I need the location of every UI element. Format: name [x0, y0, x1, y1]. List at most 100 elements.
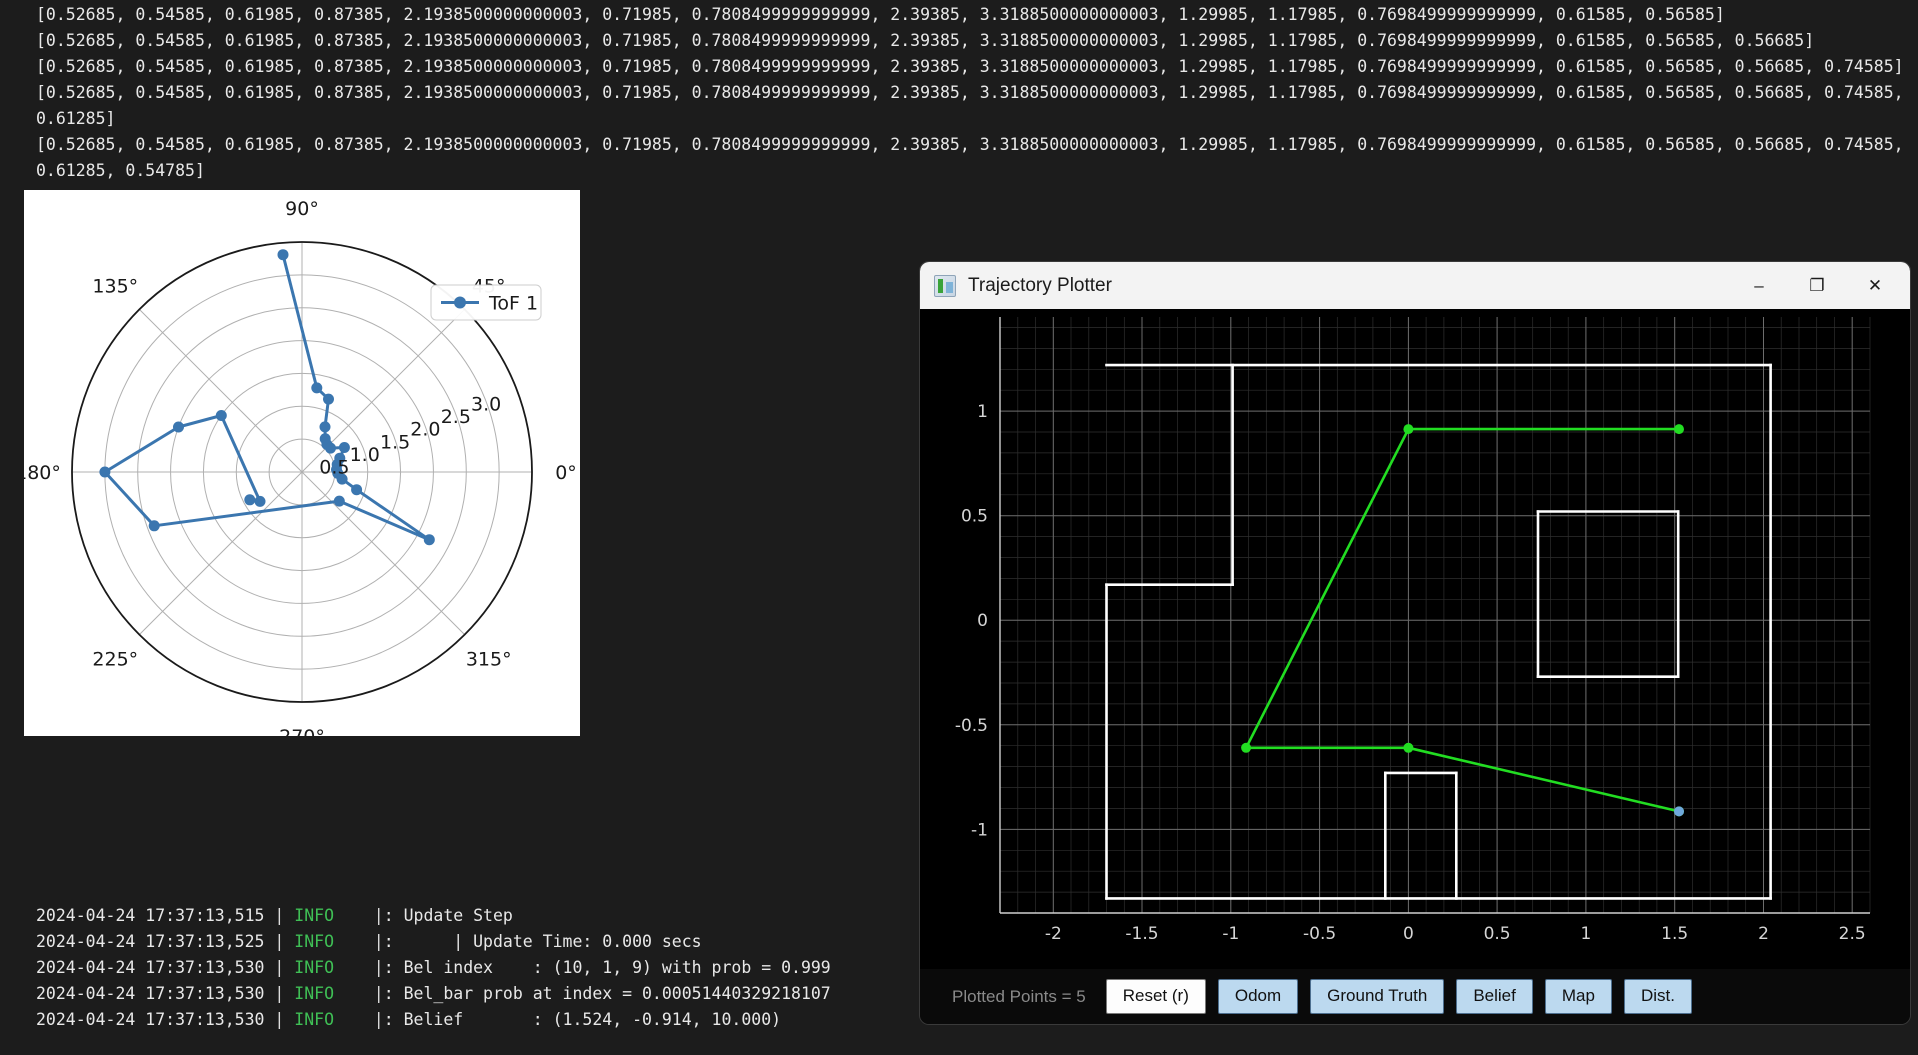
- log-level: INFO: [294, 984, 374, 1003]
- log-timestamp: 2024-04-24 17:37:13,530: [36, 984, 275, 1003]
- app-icon: [934, 274, 956, 297]
- log-level: INFO: [294, 932, 374, 951]
- polar-data-point: [338, 442, 350, 453]
- trajectory-svg: -2 -1.5 -1 -0.5 0 0.5 1 1.5 2 2.5 -1 -0.5 0 0.5 1: [955, 317, 1871, 944]
- x-tick-label: -1.5: [1125, 924, 1158, 944]
- log-message: : | Update Time: 0.000 secs: [383, 932, 702, 951]
- polar-data-point: [333, 495, 345, 507]
- polar-data-point: [173, 421, 184, 433]
- toolbar-button-odom[interactable]: Odom: [1217, 979, 1299, 1014]
- log-timestamp: 2024-04-24 17:37:13,530: [36, 1010, 275, 1029]
- toolbar-button-dist[interactable]: Dist.: [1623, 979, 1692, 1014]
- plot-toolbar: Plotted Points = 5 Reset (r) Odom Ground T…: [920, 969, 1910, 1024]
- polar-angle-label: 270°: [279, 726, 325, 736]
- close-icon[interactable]: ✕: [1846, 262, 1904, 309]
- log-separator: |: [274, 932, 295, 951]
- log-separator: |: [373, 984, 384, 1003]
- plotted-points-label: Plotted Points = 5: [952, 986, 1086, 1006]
- polar-svg: 0°45°90°135°180°225°270°315°0.51.01.52.0…: [24, 198, 577, 736]
- window-titlebar[interactable]: Trajectory Plotter – ❐ ✕: [920, 262, 1910, 309]
- polar-figure: 0°45°90°135°180°225°270°315°0.51.01.52.0…: [24, 190, 580, 736]
- polar-radial-label: 2.5: [441, 406, 471, 428]
- window-controls: – ❐ ✕: [1730, 262, 1910, 309]
- terminal-line: [0.52685, 0.54585, 0.61985, 0.87385, 2.1…: [36, 5, 1725, 24]
- polar-data-point: [319, 421, 331, 433]
- polar-spoke: [139, 309, 303, 473]
- polar-angle-label: 135°: [92, 275, 138, 297]
- log-line: 2024-04-24 17:37:13,525 | INFO |: | Upda…: [36, 929, 940, 955]
- x-tick-label: 0: [1403, 924, 1414, 944]
- log-timestamp: 2024-04-24 17:37:13,515: [36, 906, 275, 925]
- polar-data-point: [351, 484, 363, 496]
- log-line: 2024-04-24 17:37:13,530 | INFO |: Belief…: [36, 1007, 940, 1033]
- x-tick-label: 1.5: [1661, 924, 1688, 944]
- y-tick-label: -1: [971, 820, 988, 840]
- toolbar-button-ground-truth[interactable]: Ground Truth: [1310, 979, 1445, 1014]
- toolbar-button-reset-r[interactable]: Reset (r): [1105, 979, 1206, 1014]
- log-console: 2024-04-24 17:37:13,515 | INFO |: Update…: [0, 903, 940, 1033]
- polar-data-point: [244, 494, 256, 506]
- polar-data-point: [148, 520, 160, 532]
- polar-radial-label: 3.0: [471, 394, 501, 416]
- x-tick-label: 2.5: [1839, 924, 1866, 944]
- map-walls: [1105, 363, 1772, 900]
- minimize-icon[interactable]: –: [1730, 262, 1788, 309]
- y-tick-label: 1: [977, 402, 988, 422]
- log-timestamp: 2024-04-24 17:37:13,525: [36, 932, 275, 951]
- log-separator: |: [373, 932, 384, 951]
- toolbar-button-map[interactable]: Map: [1544, 979, 1612, 1014]
- log-separator: |: [274, 1010, 295, 1029]
- trajectory-point: [1403, 742, 1414, 753]
- maximize-icon[interactable]: ❐: [1788, 262, 1846, 309]
- trajectory-plotter-window: Trajectory Plotter – ❐ ✕ -2 -1.5 -1 -0.5 0 0.…: [920, 262, 1910, 1024]
- toolbar-buttons: Reset (r) Odom Ground Truth Belief Map Dist.: [1105, 979, 1692, 1014]
- terminal-output: [0.52685, 0.54585, 0.61985, 0.87385, 2.1…: [0, 0, 1918, 184]
- trajectory-plot[interactable]: -2 -1.5 -1 -0.5 0 0.5 1 1.5 2 2.5 -1 -0.5 0 0.5 1: [920, 309, 1910, 969]
- polar-angle-label: 225°: [92, 649, 138, 671]
- log-separator: |: [373, 1010, 384, 1029]
- legend-marker-sample: [454, 296, 466, 309]
- y-tick-label: 0.5: [961, 507, 988, 527]
- log-separator: |: [274, 906, 295, 925]
- log-level: INFO: [294, 906, 374, 925]
- polar-spoke: [301, 471, 465, 635]
- log-separator: |: [373, 906, 384, 925]
- log-level: INFO: [294, 958, 374, 977]
- terminal-line: [0.52685, 0.54585, 0.61985, 0.87385, 2.1…: [36, 135, 1914, 180]
- log-level: INFO: [294, 1010, 374, 1029]
- window-title: Trajectory Plotter: [968, 274, 1112, 296]
- x-tick-label: 2: [1758, 924, 1769, 944]
- log-message: : Update Step: [383, 906, 513, 925]
- trajectory-point: [1674, 806, 1684, 817]
- trajectory-point: [1403, 424, 1414, 435]
- polar-data-point: [423, 534, 435, 546]
- polar-radial-label: 1.0: [350, 444, 380, 466]
- terminal-line: [0.52685, 0.54585, 0.61985, 0.87385, 2.1…: [36, 31, 1815, 50]
- log-line: 2024-04-24 17:37:13,530 | INFO |: Bel_ba…: [36, 981, 940, 1007]
- polar-data-point: [99, 466, 111, 478]
- trajectory-point: [1674, 424, 1684, 435]
- log-line: 2024-04-24 17:37:13,515 | INFO |: Update…: [36, 903, 940, 929]
- log-separator: |: [274, 984, 295, 1003]
- polar-angle-label: 90°: [285, 198, 319, 220]
- polar-radial-label: 0.5: [319, 456, 349, 478]
- y-tick-label: 0: [977, 611, 988, 631]
- log-separator: |: [274, 958, 295, 977]
- polar-spoke: [139, 471, 303, 635]
- y-tick-label: -0.5: [955, 716, 988, 736]
- polar-data-point: [215, 410, 227, 421]
- polar-radial-label: 1.5: [380, 431, 410, 453]
- polar-data-point: [325, 442, 336, 454]
- terminal-line: [0.52685, 0.54585, 0.61985, 0.87385, 2.1…: [36, 57, 1904, 76]
- toolbar-button-belief[interactable]: Belief: [1456, 979, 1533, 1014]
- log-message: : Bel index : (10, 1, 9) with prob = 0.9…: [383, 958, 831, 977]
- terminal-line: [0.52685, 0.54585, 0.61985, 0.87385, 2.1…: [36, 83, 1914, 128]
- polar-chart: 0°45°90°135°180°225°270°315°0.51.01.52.0…: [24, 190, 580, 736]
- log-separator: |: [373, 958, 384, 977]
- x-tick-label: -0.5: [1303, 924, 1336, 944]
- polar-angle-label: 315°: [466, 649, 512, 671]
- polar-series: [99, 249, 435, 546]
- log-line: 2024-04-24 17:37:13,530 | INFO |: Bel in…: [36, 955, 940, 981]
- x-tick-label: -1: [1222, 924, 1239, 944]
- polar-data-point: [254, 495, 266, 507]
